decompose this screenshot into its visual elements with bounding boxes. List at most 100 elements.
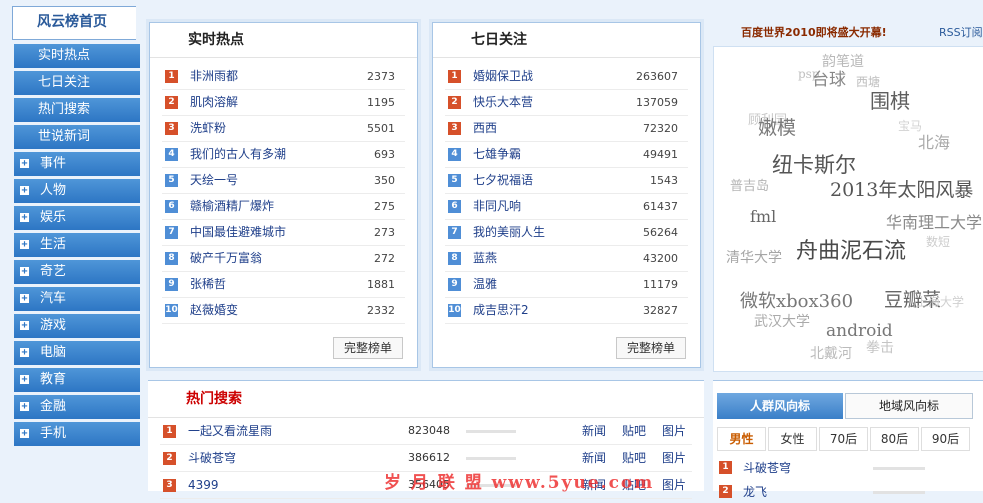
rank-badge: 2 (165, 96, 178, 109)
list-item: 9 温雅 11179 (445, 272, 688, 298)
search-count: 43200 (643, 252, 678, 265)
keyword-link[interactable]: 我们的古人有多潮 (190, 147, 286, 161)
sidebar-cat-car[interactable]: + 汽车 (14, 287, 140, 311)
sidebar-cat-finance[interactable]: + 金融 (14, 395, 140, 419)
sidebar-item-weekly[interactable]: 七日关注 (14, 71, 140, 95)
realtime-list: 1 非洲雨都 2373 2 肌肉溶解 1195 3 洗虾粉 5501 4 我们的古人有多潮 693 5 天… (162, 64, 405, 324)
category-link[interactable]: 图片 (662, 472, 686, 498)
keyword-link[interactable]: 天绘一号 (190, 173, 238, 187)
keyword-link[interactable]: 成吉思汗2 (473, 303, 529, 317)
keyword-link[interactable]: 洗虾粉 (190, 121, 226, 135)
cloud-tag[interactable]: 清华大学 (726, 247, 782, 267)
list-item: 10 赵薇婚变 2332 (162, 298, 405, 324)
category-link[interactable]: 新闻 (582, 418, 606, 444)
cloud-tag[interactable]: 上海大学 (916, 293, 964, 310)
category-link[interactable]: 贴吧 (622, 418, 646, 444)
sidebar-cat-qiyi[interactable]: + 奇艺 (14, 260, 140, 284)
sidebar-cat-life[interactable]: + 生活 (14, 233, 140, 257)
keyword-link[interactable]: 七雄争霸 (473, 147, 521, 161)
keyword-link[interactable]: 快乐大本营 (473, 95, 533, 109)
plus-icon: + (20, 401, 29, 412)
rank-badge: 6 (448, 200, 461, 213)
cloud-tag[interactable]: 微软xbox360 (740, 287, 853, 313)
keyword-link[interactable]: 斗破苍穹 (188, 451, 236, 465)
keyword-link[interactable]: 七夕祝福语 (473, 173, 533, 187)
segment-tab[interactable]: 男性 (717, 427, 766, 451)
sidebar-item-new-words[interactable]: 世说新词 (14, 125, 140, 149)
sidebar-cat-computer[interactable]: + 电脑 (14, 341, 140, 365)
cloud-tag[interactable]: 围棋 (870, 85, 910, 114)
tab-region-trend[interactable]: 地域风向标 (845, 393, 973, 419)
sidebar-cat-label: 汽车 (40, 291, 67, 306)
plus-icon: + (20, 212, 29, 223)
search-count: 61437 (643, 200, 678, 213)
rss-link[interactable]: RSS订阅 (939, 24, 983, 40)
rank-badge: 7 (448, 226, 461, 239)
sidebar-cat-label: 教育 (40, 372, 67, 387)
cloud-tag[interactable]: 数短 (926, 233, 950, 250)
keyword-link[interactable]: 非同凡响 (473, 199, 521, 213)
rank-badge: 8 (448, 252, 461, 265)
cloud-tag[interactable]: 2013年太阳风暴 (830, 175, 973, 202)
keyword-link[interactable]: 一起又看流星雨 (188, 424, 272, 438)
list-item: 2 快乐大本营 137059 (445, 90, 688, 116)
search-count: 137059 (636, 96, 678, 109)
list-item: 2 龙飞 (717, 481, 977, 503)
category-link[interactable]: 图片 (662, 445, 686, 471)
cloud-headline-link[interactable]: 百度世界2010即将盛大开幕! (741, 24, 887, 40)
tab-people-trend[interactable]: 人群风向标 (717, 393, 843, 419)
keyword-link[interactable]: 温雅 (473, 277, 497, 291)
trend-bar (466, 430, 516, 433)
sidebar-cat-game[interactable]: + 游戏 (14, 314, 140, 338)
segment-tab[interactable]: 女性 (768, 427, 817, 451)
sidebar-home[interactable]: 风云榜首页 (12, 6, 136, 40)
category-link[interactable]: 图片 (662, 418, 686, 444)
search-count: 350 (374, 174, 395, 187)
keyword-link[interactable]: 破产千万富翁 (190, 251, 262, 265)
keyword-link[interactable]: 赣榆酒精厂爆炸 (190, 199, 274, 213)
list-item: 1 斗破苍穹 (717, 457, 977, 479)
list-item: 1 非洲雨都 2373 (162, 64, 405, 90)
keyword-link[interactable]: 蓝燕 (473, 251, 497, 265)
cloud-tag[interactable]: 北戴河 (810, 343, 852, 363)
keyword-link[interactable]: 我的美丽人生 (473, 225, 545, 239)
keyword-link[interactable]: 龙飞 (743, 485, 767, 499)
rank-badge: 8 (165, 252, 178, 265)
keyword-link[interactable]: 西西 (473, 121, 497, 135)
keyword-link[interactable]: 赵薇婚变 (190, 303, 238, 317)
segment-tab[interactable]: 80后 (870, 427, 919, 451)
cloud-tag[interactable]: fml (750, 207, 776, 226)
sidebar-item-realtime[interactable]: 实时热点 (14, 44, 140, 68)
keyword-link[interactable]: 张稀哲 (190, 277, 226, 291)
cloud-tag[interactable]: 嫩模 (758, 113, 796, 140)
sidebar-item-hot-search[interactable]: 热门搜索 (14, 98, 140, 122)
cloud-tag[interactable]: 舟曲泥石流 (796, 233, 906, 265)
full-list-button[interactable]: 完整榜单 (332, 337, 403, 359)
keyword-link[interactable]: 肌肉溶解 (190, 95, 238, 109)
plus-icon: + (20, 293, 29, 304)
cloud-tag[interactable]: 北海 (918, 129, 950, 153)
cloud-tag[interactable]: 拳击 (866, 337, 894, 357)
keyword-link[interactable]: 斗破苍穹 (743, 461, 791, 475)
sidebar-cat-entertainment[interactable]: + 娱乐 (14, 206, 140, 230)
plus-icon: + (20, 428, 29, 439)
sidebar-cat-education[interactable]: + 教育 (14, 368, 140, 392)
cloud-tag[interactable]: 华南理工大学 (886, 209, 982, 233)
keyword-link[interactable]: 中国最佳避难城市 (190, 225, 286, 239)
keyword-link[interactable]: 婚姻保卫战 (473, 69, 533, 83)
segment-tab[interactable]: 70后 (819, 427, 868, 451)
plus-icon: + (20, 158, 29, 169)
search-count: 1195 (367, 96, 395, 109)
segment-tab[interactable]: 90后 (921, 427, 970, 451)
cloud-tag[interactable]: 台球 (812, 65, 846, 90)
cloud-tag[interactable]: 普吉岛 (730, 175, 769, 194)
keyword-link[interactable]: 非洲雨都 (190, 69, 238, 83)
sidebar-cat-phone[interactable]: + 手机 (14, 422, 140, 446)
sidebar-cat-label: 电脑 (40, 345, 67, 360)
sidebar-cat-person[interactable]: + 人物 (14, 179, 140, 203)
rank-badge: 3 (163, 479, 176, 492)
search-count: 1543 (650, 174, 678, 187)
full-list-button[interactable]: 完整榜单 (615, 337, 686, 359)
cloud-tag[interactable]: 武汉大学 (754, 311, 810, 331)
sidebar-cat-event[interactable]: + 事件 (14, 152, 140, 176)
